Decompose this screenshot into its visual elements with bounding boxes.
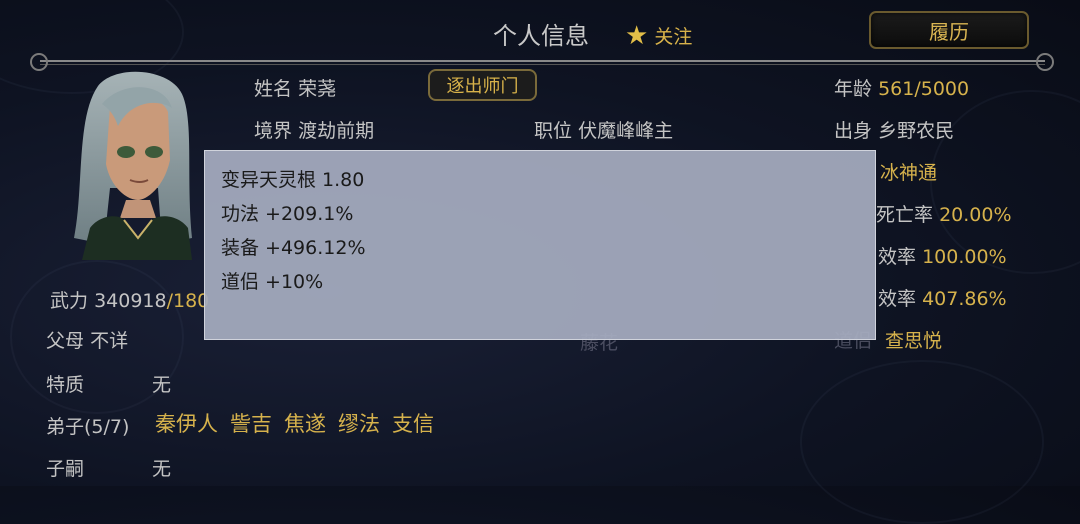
tooltip-line: 道侣 +10% xyxy=(221,271,324,293)
skill-value: 冰神通 xyxy=(880,162,938,184)
efficiency-value-a: 100.00% xyxy=(922,246,1007,268)
follow-label: 关注 xyxy=(654,26,693,48)
name-field: 姓名 荣荛 xyxy=(254,74,336,101)
age-field: 年龄 561/5000 xyxy=(834,74,969,101)
divider-ornament-left xyxy=(30,53,48,71)
origin-value: 乡野农民 xyxy=(878,120,955,142)
parents-value: 不详 xyxy=(90,330,129,352)
disciple-name[interactable]: 支信 xyxy=(392,408,434,438)
origin-field: 出身 乡野农民 xyxy=(834,116,954,143)
stat-breakdown-tooltip: 变异天灵根 1.80 功法 +209.1% 装备 +496.12% 道侣 +10… xyxy=(204,150,876,340)
position-label: 职位 xyxy=(534,120,573,142)
resume-button[interactable]: 履历 xyxy=(869,11,1029,49)
age-max: /5000 xyxy=(914,78,970,100)
death-rate-label: 死亡率 xyxy=(876,204,934,226)
efficiency-field-b: 效率 407.86% xyxy=(878,284,1007,311)
combat-label: 武力 xyxy=(50,290,89,312)
name-value: 荣荛 xyxy=(298,78,337,100)
disciple-name[interactable]: 缪法 xyxy=(338,408,380,438)
page-title: 个人信息 xyxy=(493,22,589,50)
position-value: 伏魔峰峰主 xyxy=(578,120,674,142)
tooltip-line: 功法 +209.1% xyxy=(221,203,354,225)
exile-button[interactable]: 逐出师门 xyxy=(428,69,537,101)
tooltip-line: 装备 +496.12% xyxy=(221,237,366,259)
parents-label: 父母 xyxy=(46,330,85,352)
trait-value: 无 xyxy=(152,374,172,396)
heir-value: 无 xyxy=(152,458,172,480)
efficiency-label-b: 效率 xyxy=(878,288,917,310)
age-value: 561 xyxy=(878,78,915,100)
realm-value: 渡劫前期 xyxy=(298,120,375,142)
efficiency-field-a: 效率 100.00% xyxy=(878,242,1007,269)
disciples-list: 秦伊人 訾吉 焦遂 缪法 支信 xyxy=(155,408,434,438)
disciples-label: 弟子(5/7) xyxy=(46,416,130,438)
realm-label: 境界 xyxy=(254,120,293,142)
combat-field: 武力 340918/180 xyxy=(50,286,209,313)
spouse-value: 查思悦 xyxy=(885,330,943,352)
header-divider xyxy=(40,60,1045,65)
heir-label: 子嗣 xyxy=(46,458,85,480)
age-label: 年龄 xyxy=(834,78,873,100)
follow-button[interactable]: ★ 关注 xyxy=(625,22,692,49)
disciple-name[interactable]: 訾吉 xyxy=(230,408,272,438)
name-label: 姓名 xyxy=(254,78,293,100)
parents-field: 父母 不详 xyxy=(46,326,128,353)
disciple-name[interactable]: 秦伊人 xyxy=(155,408,218,438)
star-icon: ★ xyxy=(625,20,649,51)
trait-label: 特质 xyxy=(46,374,85,396)
death-rate-value: 20.00% xyxy=(939,204,1012,226)
tooltip-line: 变异天灵根 1.80 xyxy=(221,169,365,191)
efficiency-value-b: 407.86% xyxy=(922,288,1007,310)
position-field: 职位 伏魔峰峰主 xyxy=(534,116,673,143)
combat-value: 340918 xyxy=(94,290,167,312)
realm-field: 境界 渡劫前期 xyxy=(254,116,374,143)
portrait-avatar xyxy=(60,68,205,260)
bg-swirl xyxy=(800,360,1044,524)
divider-ornament-right xyxy=(1036,53,1054,71)
origin-label: 出身 xyxy=(834,120,873,142)
death-rate-field: 死亡率 20.00% xyxy=(876,200,1012,227)
disciple-name[interactable]: 焦遂 xyxy=(284,408,326,438)
efficiency-label-a: 效率 xyxy=(878,246,917,268)
combat-max: /180 xyxy=(166,290,210,312)
